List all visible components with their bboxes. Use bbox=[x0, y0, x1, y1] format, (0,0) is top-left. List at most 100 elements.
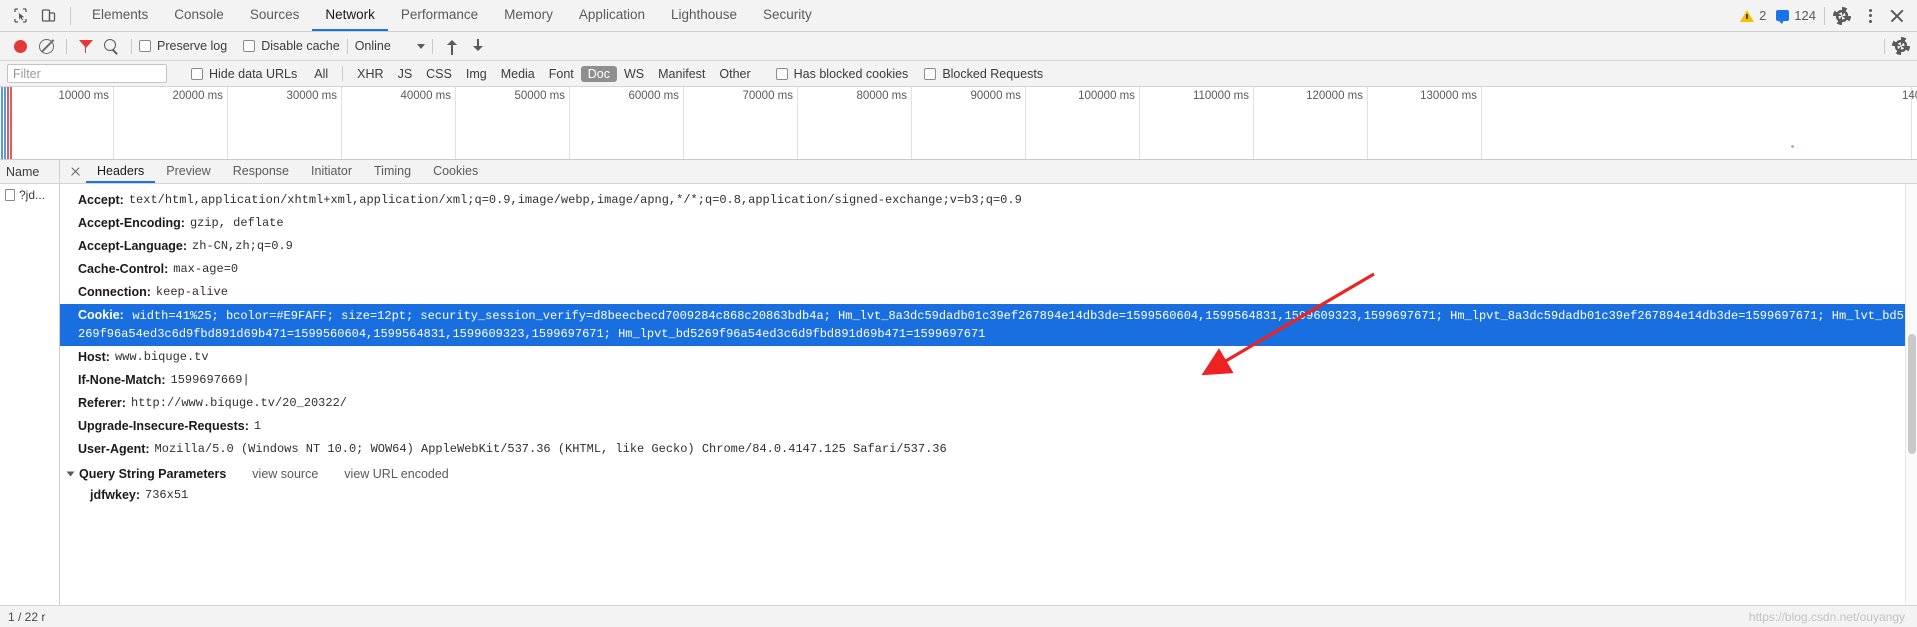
blocked-requests-checkbox[interactable]: Blocked Requests bbox=[924, 67, 1043, 81]
view-url-encoded-link[interactable]: view URL encoded bbox=[344, 467, 448, 481]
network-filter-bar: Hide data URLs All XHR JS CSS Img Media … bbox=[0, 61, 1917, 87]
hide-data-urls-checkbox[interactable]: Hide data URLs bbox=[191, 67, 297, 81]
header-row: Connection: keep-alive bbox=[60, 281, 1917, 304]
requests-name-column: Name ?jd... bbox=[0, 160, 60, 605]
record-button-icon bbox=[13, 39, 27, 53]
inspect-cursor-icon[interactable] bbox=[6, 3, 34, 29]
tab-network[interactable]: Network bbox=[312, 0, 388, 31]
tab-sources[interactable]: Sources bbox=[237, 0, 313, 31]
hide-data-urls-label: Hide data URLs bbox=[209, 66, 298, 81]
filter-type-doc[interactable]: Doc bbox=[580, 65, 617, 82]
filter-type-img[interactable]: Img bbox=[459, 66, 494, 82]
disable-cache-checkbox[interactable]: Disable cache bbox=[243, 39, 340, 53]
tab-application[interactable]: Application bbox=[566, 0, 658, 31]
status-bar: 1 / 22 r https://blog.csdn.net/ouyangy bbox=[0, 605, 1917, 627]
close-icon[interactable] bbox=[1887, 6, 1907, 26]
timeline-tick-label: 120000 ms bbox=[1306, 90, 1363, 102]
kebab-menu-icon[interactable] bbox=[1861, 7, 1879, 25]
query-param-key: jdfwkey: bbox=[90, 488, 141, 502]
tab-elements[interactable]: Elements bbox=[79, 0, 161, 31]
filter-type-js[interactable]: JS bbox=[391, 66, 420, 82]
detail-scrollbar[interactable] bbox=[1905, 184, 1917, 605]
header-key: Referer: bbox=[78, 396, 126, 410]
tab-performance[interactable]: Performance bbox=[388, 0, 491, 31]
has-blocked-cookies-checkbox[interactable]: Has blocked cookies bbox=[775, 67, 908, 81]
tab-label: Cookies bbox=[433, 163, 479, 178]
disable-cache-label: Disable cache bbox=[261, 39, 340, 53]
export-har-button[interactable] bbox=[466, 38, 492, 54]
warning-triangle-icon bbox=[1740, 9, 1755, 22]
chevron-down-icon bbox=[416, 43, 425, 49]
throttle-value-label: Online bbox=[354, 39, 391, 53]
throttle-select[interactable]: Online bbox=[355, 39, 425, 53]
header-value: 1 bbox=[253, 419, 262, 433]
tab-label: Sources bbox=[249, 7, 300, 22]
checkbox-box-icon bbox=[191, 67, 203, 80]
search-button[interactable] bbox=[98, 38, 124, 54]
preserve-log-label: Preserve log bbox=[157, 39, 228, 53]
network-timeline-overview[interactable]: 10000 ms 20000 ms 30000 ms 40000 ms 5000… bbox=[0, 87, 1917, 160]
gear-icon[interactable] bbox=[1892, 37, 1910, 55]
filter-type-ws[interactable]: WS bbox=[617, 66, 651, 82]
timeline-tick-label: 80000 ms bbox=[856, 90, 907, 102]
filter-type-manifest[interactable]: Manifest bbox=[651, 66, 712, 82]
filter-type-label: All bbox=[314, 66, 329, 81]
device-toolbar-icon[interactable] bbox=[34, 3, 62, 29]
timeline-tick-label: 60000 ms bbox=[628, 90, 679, 102]
name-column-header[interactable]: Name bbox=[0, 160, 59, 184]
view-source-link[interactable]: view source bbox=[252, 467, 318, 481]
tab-label: Memory bbox=[504, 7, 553, 22]
tab-response[interactable]: Response bbox=[222, 160, 300, 183]
warning-count-label: 2 bbox=[1759, 8, 1767, 23]
timeline-tick-label: 10000 ms bbox=[58, 90, 109, 102]
header-value: keep-alive bbox=[155, 285, 228, 299]
tab-headers[interactable]: Headers bbox=[86, 160, 156, 183]
tab-preview[interactable]: Preview bbox=[155, 160, 221, 183]
scrollbar-thumb[interactable] bbox=[1908, 334, 1916, 454]
header-row: Host: www.biquge.tv bbox=[60, 346, 1917, 369]
tab-label: Preview bbox=[166, 163, 211, 178]
header-value: www.biquge.tv bbox=[114, 350, 209, 364]
tab-console[interactable]: Console bbox=[161, 0, 237, 31]
record-button[interactable] bbox=[7, 39, 33, 53]
message-counter[interactable]: 124 bbox=[1776, 8, 1816, 24]
preserve-log-checkbox[interactable]: Preserve log bbox=[139, 39, 227, 53]
filter-type-other[interactable]: Other bbox=[712, 66, 757, 82]
checkbox-box-icon bbox=[139, 40, 151, 52]
timeline-tick-label: 40000 ms bbox=[400, 90, 451, 102]
tab-lighthouse[interactable]: Lighthouse bbox=[658, 0, 750, 31]
filter-type-media[interactable]: Media bbox=[494, 66, 542, 82]
timeline-tick-label: 130000 ms bbox=[1420, 90, 1477, 102]
query-string-parameters-section[interactable]: Query String Parameters view source view… bbox=[60, 461, 1917, 484]
close-icon[interactable] bbox=[64, 161, 86, 183]
import-har-icon bbox=[445, 38, 461, 55]
request-row[interactable]: ?jd... bbox=[0, 184, 59, 205]
header-value: Mozilla/5.0 (Windows NT 10.0; WOW64) App… bbox=[154, 442, 947, 456]
import-har-button[interactable] bbox=[440, 38, 466, 55]
clear-icon bbox=[38, 38, 54, 54]
header-row-cookie-selected[interactable]: Cookie: width=41%25; bcolor=#E9FAFF; siz… bbox=[60, 304, 1917, 346]
filter-type-all[interactable]: All bbox=[307, 66, 335, 82]
filter-type-font[interactable]: Font bbox=[542, 66, 581, 82]
filter-type-xhr[interactable]: XHR bbox=[350, 66, 390, 82]
filter-type-css[interactable]: CSS bbox=[419, 66, 459, 82]
request-detail-panel: Headers Preview Response Initiator Timin… bbox=[60, 160, 1917, 605]
tab-security[interactable]: Security bbox=[750, 0, 825, 31]
tab-memory[interactable]: Memory bbox=[491, 0, 566, 31]
message-bubble-icon bbox=[1776, 10, 1790, 24]
gear-icon[interactable] bbox=[1833, 6, 1851, 25]
warning-counter[interactable]: 2 bbox=[1740, 8, 1766, 23]
tab-initiator[interactable]: Initiator bbox=[300, 160, 363, 183]
devtools-top-toolbar: Elements Console Sources Network Perform… bbox=[0, 0, 1917, 32]
tab-cookies[interactable]: Cookies bbox=[422, 160, 489, 183]
filter-input[interactable] bbox=[7, 64, 167, 83]
tab-timing[interactable]: Timing bbox=[363, 160, 422, 183]
query-param-value: 736x51 bbox=[145, 488, 189, 502]
timeline-request-dot bbox=[1791, 145, 1794, 148]
filter-type-label: Doc bbox=[587, 66, 610, 81]
clear-button[interactable] bbox=[33, 38, 59, 54]
checkbox-box-icon bbox=[775, 67, 788, 80]
checkbox-box-icon bbox=[243, 40, 256, 52]
header-row: Accept-Encoding: gzip, deflate bbox=[60, 212, 1917, 235]
filter-toggle-button[interactable] bbox=[74, 39, 98, 53]
